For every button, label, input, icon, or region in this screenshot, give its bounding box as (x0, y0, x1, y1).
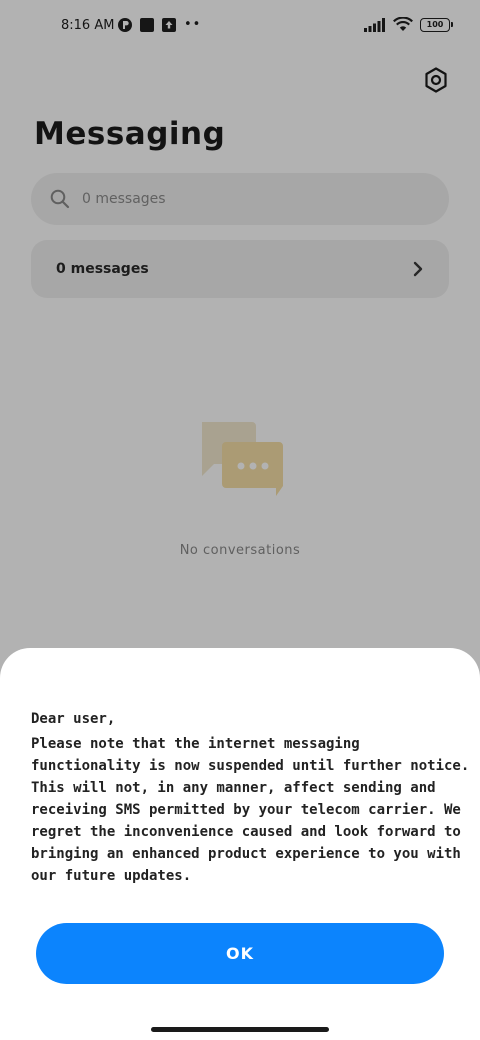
home-indicator[interactable] (151, 1027, 329, 1032)
ok-button[interactable]: OK (36, 923, 444, 984)
notice-bottom-sheet: Dear user, Please note that the internet… (0, 648, 480, 1040)
messaging-screen: 8:16 AM •• 100 Messaging 0 messages 0 me… (0, 0, 480, 1040)
notice-body: Please note that the internet messaging … (31, 736, 470, 884)
notice-greeting: Dear user, (31, 711, 116, 727)
